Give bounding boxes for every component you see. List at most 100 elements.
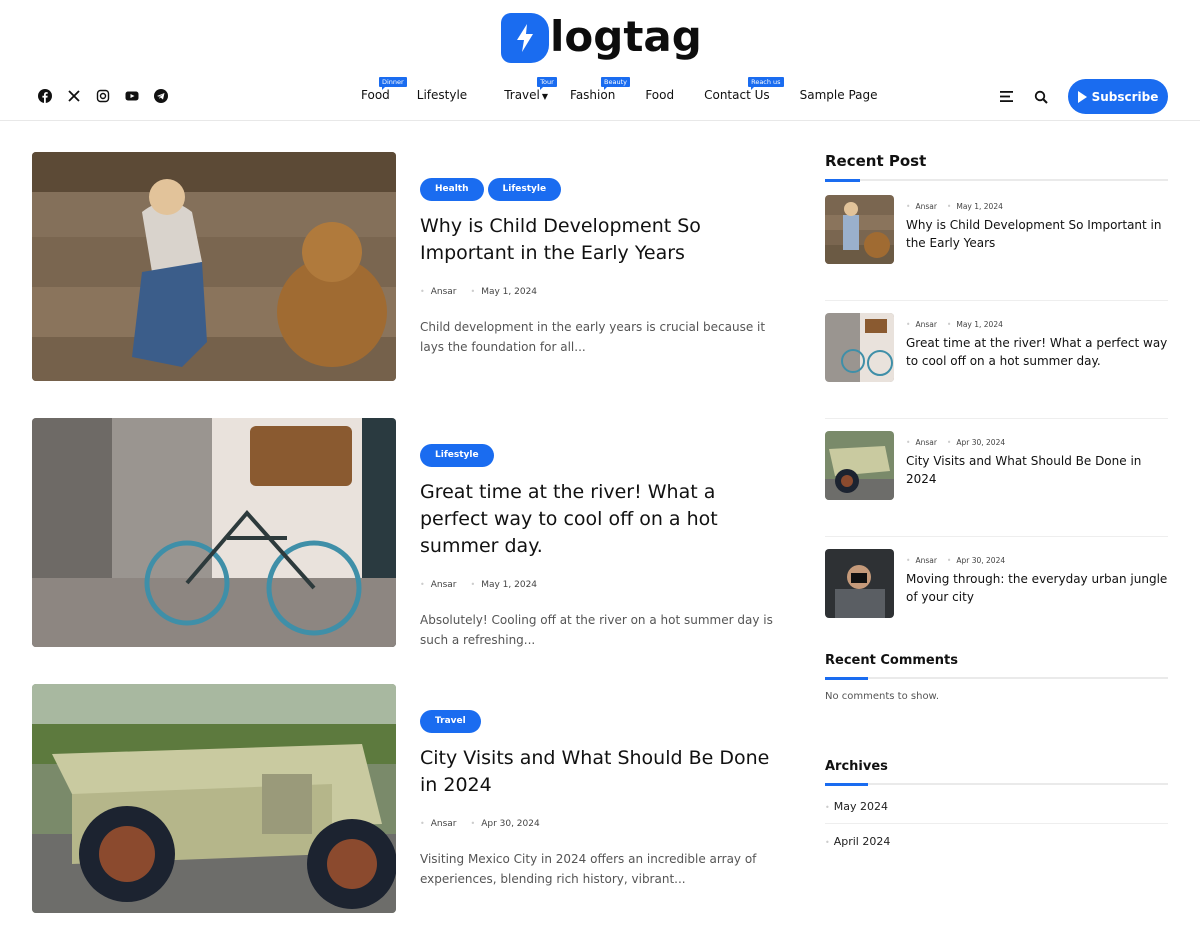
site-logo[interactable]: logtag bbox=[501, 11, 702, 65]
recent-post-meta: Ansar May 1, 2024 bbox=[906, 320, 1168, 329]
post-tags: Lifestyle bbox=[420, 444, 780, 467]
logo-mark bbox=[501, 13, 549, 63]
nav-item-contact[interactable]: Reach us Contact Us bbox=[704, 77, 784, 102]
post-thumbnail[interactable] bbox=[32, 418, 396, 647]
recent-post-thumbnail[interactable] bbox=[825, 313, 894, 382]
instagram-icon[interactable] bbox=[96, 89, 110, 103]
recent-post-thumbnail[interactable] bbox=[825, 549, 894, 618]
hamburger-menu-icon[interactable] bbox=[998, 89, 1014, 105]
tag-health[interactable]: Health bbox=[420, 178, 484, 201]
recent-post-thumbnail[interactable] bbox=[825, 431, 894, 500]
post-body: Lifestyle Great time at the river! What … bbox=[420, 418, 780, 684]
nav-item-lifestyle[interactable]: Lifestyle bbox=[417, 88, 467, 102]
archive-link-may-2024[interactable]: May 2024 bbox=[825, 789, 1168, 824]
post-tags: Health Lifestyle bbox=[420, 178, 780, 201]
nav-label: Sample Page bbox=[799, 88, 878, 102]
recent-post-body: Ansar May 1, 2024 Great time at the rive… bbox=[906, 313, 1168, 406]
search-icon[interactable] bbox=[1033, 89, 1049, 105]
recent-post-title[interactable]: City Visits and What Should Be Done in 2… bbox=[906, 452, 1168, 488]
recent-post-date[interactable]: Apr 30, 2024 bbox=[947, 438, 1005, 447]
widget-title: Recent Post bbox=[825, 152, 927, 170]
recent-post-widget: Recent Post Ansar May 1, 2024 Why is Chi… bbox=[825, 152, 1168, 655]
post-meta: Ansar Apr 30, 2024 bbox=[420, 819, 780, 829]
post-date[interactable]: May 1, 2024 bbox=[470, 287, 537, 297]
recent-post-item[interactable]: Ansar Apr 30, 2024 Moving through: the e… bbox=[825, 549, 1168, 655]
youtube-icon[interactable] bbox=[125, 89, 139, 103]
nav-badge: Beauty bbox=[601, 77, 630, 90]
recent-post-meta: Ansar Apr 30, 2024 bbox=[906, 556, 1168, 565]
nav-item-sample-page[interactable]: Sample Page bbox=[800, 88, 878, 102]
recent-comments-widget: Recent Comments No comments to show. bbox=[825, 653, 1168, 702]
post-title[interactable]: Great time at the river! What a perfect … bbox=[420, 479, 780, 560]
post-body: Travel City Visits and What Should Be Do… bbox=[420, 684, 780, 950]
tag-lifestyle[interactable]: Lifestyle bbox=[420, 444, 494, 467]
widget-divider bbox=[825, 179, 1168, 182]
recent-post-item[interactable]: Ansar Apr 30, 2024 City Visits and What … bbox=[825, 431, 1168, 537]
post-date[interactable]: Apr 30, 2024 bbox=[470, 819, 540, 829]
post-thumbnail[interactable] bbox=[32, 684, 396, 913]
telegram-icon[interactable] bbox=[154, 89, 168, 103]
recent-post-author[interactable]: Ansar bbox=[906, 202, 936, 211]
recent-post-thumbnail[interactable] bbox=[825, 195, 894, 264]
post-title[interactable]: City Visits and What Should Be Done in 2… bbox=[420, 745, 780, 799]
post-card: Travel City Visits and What Should Be Do… bbox=[32, 684, 792, 950]
post-card: Lifestyle Great time at the river! What … bbox=[32, 418, 792, 684]
recent-post-meta: Ansar Apr 30, 2024 bbox=[906, 438, 1168, 447]
play-icon bbox=[1077, 90, 1087, 103]
tag-lifestyle[interactable]: Lifestyle bbox=[487, 178, 562, 201]
recent-post-date[interactable]: Apr 30, 2024 bbox=[947, 556, 1005, 565]
post-author[interactable]: Ansar bbox=[420, 287, 457, 297]
nav-badge: Dinner bbox=[379, 77, 407, 90]
sidebar: Recent Post Ansar May 1, 2024 Why is Chi… bbox=[825, 152, 1168, 848]
recent-post-title[interactable]: Why is Child Development So Important in… bbox=[906, 216, 1168, 252]
recent-post-title[interactable]: Great time at the river! What a perfect … bbox=[906, 334, 1168, 370]
post-meta: Ansar May 1, 2024 bbox=[420, 580, 780, 590]
header-actions: Subscribe bbox=[998, 79, 1168, 114]
recent-post-author[interactable]: Ansar bbox=[906, 556, 936, 565]
post-list: Health Lifestyle Why is Child Developmen… bbox=[32, 152, 792, 950]
recent-post-body: Ansar Apr 30, 2024 City Visits and What … bbox=[906, 431, 1168, 524]
nav-badge: Tour bbox=[537, 77, 557, 90]
nav-label: Fashion bbox=[570, 88, 616, 102]
nav-item-travel[interactable]: Tour Travel ▼ bbox=[504, 77, 557, 102]
recent-post-item[interactable]: Ansar May 1, 2024 Great time at the rive… bbox=[825, 313, 1168, 419]
nav-item-food-2[interactable]: Food bbox=[645, 88, 674, 102]
widget-divider bbox=[825, 783, 1168, 786]
widget-title: Recent Comments bbox=[825, 653, 958, 668]
x-twitter-icon[interactable] bbox=[67, 89, 81, 103]
nav-label: Lifestyle bbox=[416, 88, 468, 102]
nav-label: Travel bbox=[504, 88, 540, 102]
facebook-icon[interactable] bbox=[38, 89, 52, 103]
recent-post-title[interactable]: Moving through: the everyday urban jungl… bbox=[906, 570, 1168, 606]
recent-post-author[interactable]: Ansar bbox=[906, 438, 936, 447]
subscribe-button[interactable]: Subscribe bbox=[1068, 79, 1168, 114]
lightning-bolt-icon bbox=[517, 24, 533, 52]
widget-title: Archives bbox=[825, 759, 888, 774]
post-excerpt: Visiting Mexico City in 2024 offers an i… bbox=[420, 852, 757, 886]
post-date[interactable]: May 1, 2024 bbox=[470, 580, 537, 590]
nav-label: Food bbox=[361, 88, 390, 102]
chevron-down-icon: ▼ bbox=[541, 92, 549, 101]
tag-travel[interactable]: Travel bbox=[420, 710, 481, 733]
recent-post-item[interactable]: Ansar May 1, 2024 Why is Child Developme… bbox=[825, 195, 1168, 301]
no-comments-text: No comments to show. bbox=[825, 691, 939, 702]
nav-badge: Reach us bbox=[748, 77, 784, 90]
nav-item-fashion[interactable]: Beauty Fashion bbox=[570, 77, 630, 102]
post-title[interactable]: Why is Child Development So Important in… bbox=[420, 213, 780, 267]
post-author[interactable]: Ansar bbox=[420, 819, 457, 829]
recent-post-meta: Ansar May 1, 2024 bbox=[906, 202, 1168, 211]
recent-post-date[interactable]: May 1, 2024 bbox=[947, 202, 1003, 211]
subscribe-label: Subscribe bbox=[1091, 89, 1159, 104]
nav-item-food[interactable]: Dinner Food bbox=[361, 77, 407, 102]
post-author[interactable]: Ansar bbox=[420, 580, 457, 590]
post-excerpt: Child development in the early years is … bbox=[420, 320, 766, 354]
post-excerpt: Absolutely! Cooling off at the river on … bbox=[420, 613, 773, 647]
post-meta: Ansar May 1, 2024 bbox=[420, 287, 780, 297]
archive-link-april-2024[interactable]: April 2024 bbox=[825, 824, 1168, 858]
nav-label: Food bbox=[645, 88, 675, 102]
post-card: Health Lifestyle Why is Child Developmen… bbox=[32, 152, 792, 418]
recent-post-date[interactable]: May 1, 2024 bbox=[947, 320, 1003, 329]
post-thumbnail[interactable] bbox=[32, 152, 396, 381]
recent-post-body: Ansar May 1, 2024 Why is Child Developme… bbox=[906, 195, 1168, 288]
recent-post-author[interactable]: Ansar bbox=[906, 320, 936, 329]
